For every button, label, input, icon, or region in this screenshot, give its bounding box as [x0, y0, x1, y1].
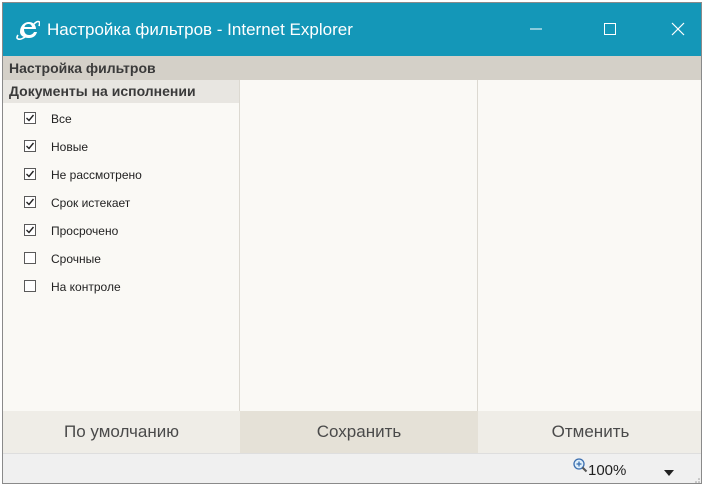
- filter-item[interactable]: На контроле: [3, 278, 239, 306]
- filter-checkbox[interactable]: [24, 224, 36, 236]
- filter-item[interactable]: Срок истекает: [3, 194, 239, 222]
- filter-label: На контроле: [51, 280, 121, 294]
- filter-list: Все Новые Не рассмотрено Срок истекает Проср…: [3, 103, 239, 306]
- internet-explorer-icon: [16, 19, 41, 41]
- filter-checkbox[interactable]: [24, 252, 36, 264]
- filter-item[interactable]: Новые: [3, 138, 239, 166]
- filter-panels: Документы на исполнении Все Новые Не рассм…: [3, 80, 701, 411]
- filter-item[interactable]: Срочные: [3, 250, 239, 278]
- empty-column-3: [478, 80, 701, 411]
- maximize-icon[interactable]: [596, 15, 624, 43]
- page-title: Настройка фильтров: [3, 56, 701, 80]
- filter-checkbox[interactable]: [24, 140, 36, 152]
- filter-item[interactable]: Все: [3, 110, 239, 138]
- section-header: Документы на исполнении: [3, 80, 239, 103]
- zoom-level[interactable]: 100%: [588, 462, 626, 480]
- resize-grip-icon[interactable]: [691, 474, 701, 483]
- dropdown-arrow-icon[interactable]: [663, 465, 675, 476]
- dialog-footer: По умолчанию Сохранить Отменить: [3, 411, 701, 453]
- filter-label: Срочные: [51, 252, 101, 266]
- status-bar: 100%: [3, 453, 701, 483]
- filter-checkbox[interactable]: [24, 112, 36, 124]
- cancel-button[interactable]: Отменить: [478, 411, 701, 453]
- filter-label: Все: [51, 112, 72, 126]
- save-button[interactable]: Сохранить: [240, 411, 478, 453]
- filter-checkbox[interactable]: [24, 168, 36, 180]
- title-bar: Настройка фильтров - Internet Explorer: [3, 3, 701, 56]
- filter-label: Не рассмотрено: [51, 168, 142, 182]
- browser-window: Настройка фильтров - Internet Explorer Н…: [2, 2, 702, 484]
- filter-label: Просрочено: [51, 224, 119, 238]
- empty-column-2: [240, 80, 478, 411]
- close-icon[interactable]: [664, 15, 692, 43]
- window-title: Настройка фильтров - Internet Explorer: [47, 20, 353, 39]
- default-button[interactable]: По умолчанию: [3, 411, 240, 453]
- filter-label: Новые: [51, 140, 89, 154]
- zoom-in-icon[interactable]: [572, 457, 588, 473]
- filter-checkbox[interactable]: [24, 196, 36, 208]
- filters-column: Документы на исполнении Все Новые Не рассм…: [3, 80, 240, 411]
- minimize-icon[interactable]: [522, 15, 550, 43]
- filter-item[interactable]: Просрочено: [3, 222, 239, 250]
- filter-checkbox[interactable]: [24, 280, 36, 292]
- filter-label: Срок истекает: [51, 196, 131, 210]
- filter-item[interactable]: Не рассмотрено: [3, 166, 239, 194]
